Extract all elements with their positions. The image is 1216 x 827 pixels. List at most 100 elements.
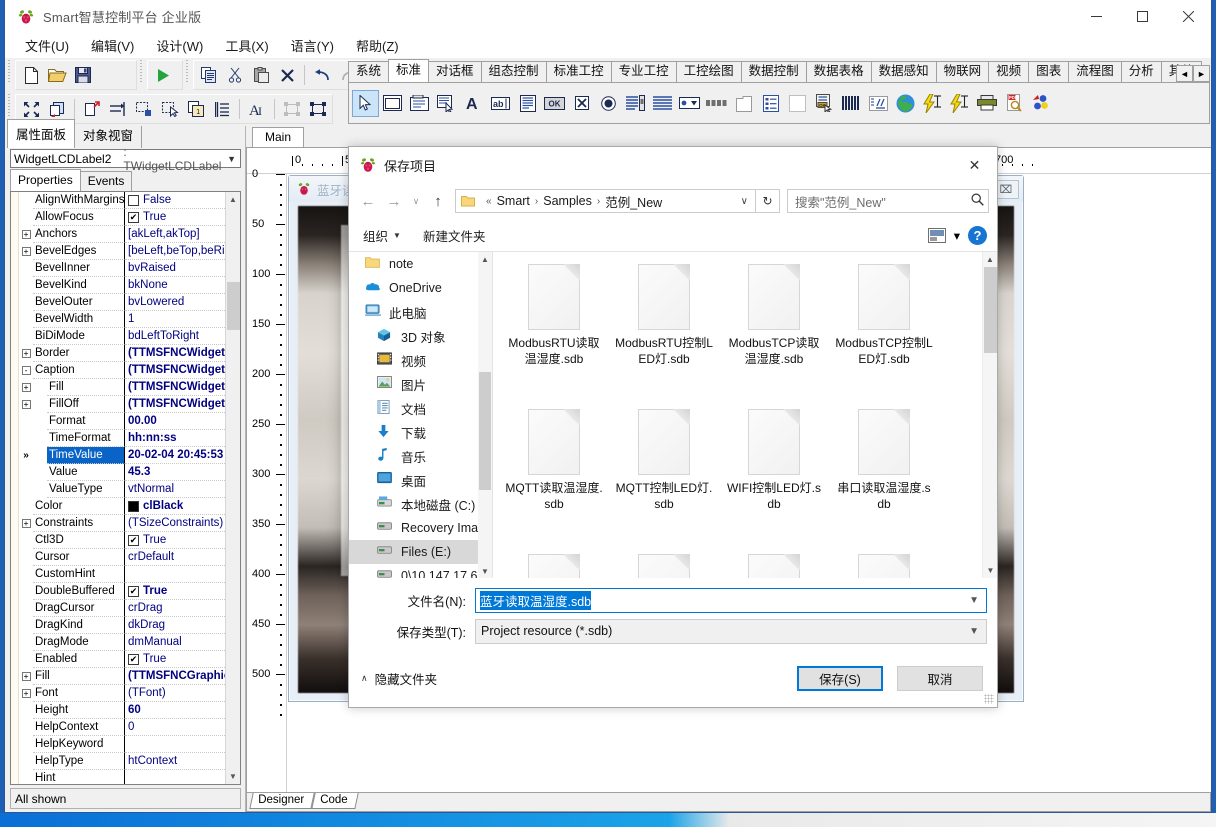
nav-item-10[interactable]: 本地磁盘 (C:) [349,492,492,516]
palette-tab-video[interactable]: 视频 [988,61,1030,82]
palette-tab-dialogs[interactable]: 对话框 [428,61,482,82]
nav-item-3[interactable]: 3D 对象 [349,324,492,348]
expand-icon[interactable]: + [19,349,33,358]
property-value[interactable]: vtNormal [125,481,225,498]
property-row[interactable]: Format 00.00 [19,413,225,430]
file-item[interactable] [609,546,719,578]
property-row[interactable]: Hint [19,770,225,784]
dialog-close-button[interactable]: ✕ [952,147,997,183]
printer-icon[interactable] [973,90,1000,117]
listbox-icon[interactable] [622,90,649,117]
groupbox-icon[interactable] [406,90,433,117]
web-globe-icon[interactable] [892,90,919,117]
palette-tab-scada[interactable]: 组态控制 [480,61,547,82]
edit-abc-icon[interactable]: ab [487,90,514,117]
scroll-thumb[interactable] [479,372,491,490]
organize-button[interactable]: 组织 ▼ [363,226,401,245]
property-row[interactable]: HelpType htContext [19,753,225,770]
search-input[interactable]: 搜索"范例_New" [787,189,989,213]
file-item[interactable]: WIFI控制LED灯.sdb [719,401,829,546]
property-row[interactable]: AlignWithMargins False [19,192,225,209]
menu-edit[interactable]: 编辑(V) [80,33,145,58]
property-value[interactable]: htContext [125,753,225,770]
property-value[interactable]: ✔ True [125,532,225,549]
group-icon[interactable] [279,96,305,122]
palette-nav-prev[interactable]: ◄ [1176,65,1193,82]
property-value[interactable] [125,736,225,753]
file-item[interactable]: MQTT控制LED灯.sdb [609,401,719,546]
delete-x-icon[interactable] [274,62,300,88]
property-row[interactable]: +BevelEdges[beLeft,beTop,beRigh [19,243,225,260]
property-value[interactable]: clBlack [125,498,225,515]
property-row[interactable]: AllowFocus ✔ True [19,209,225,226]
property-row[interactable]: BiDiMode bdLeftToRight [19,328,225,345]
property-value[interactable]: bkNone [125,277,225,294]
open-folder-icon[interactable] [44,62,70,88]
breadcrumb-segment-smart[interactable]: Smart [497,194,530,208]
property-row[interactable]: CustomHint [19,566,225,583]
property-row[interactable]: HelpKeyword [19,736,225,753]
edit-toolbar-grip[interactable] [185,60,191,82]
checkbox-x-icon[interactable] [568,90,595,117]
property-value[interactable] [125,770,225,784]
file-item[interactable]: ModbusTCP读取温湿度.sdb [719,256,829,401]
scroll-thumb[interactable] [984,267,997,353]
palette-tab-std-ind[interactable]: 标准工控 [545,61,612,82]
property-row[interactable]: DragMode dmManual [19,634,225,651]
nav-item-9[interactable]: 桌面 [349,468,492,492]
property-row[interactable]: + FillOff (TTMSFNCWidget [19,396,225,413]
scroll-down-icon[interactable]: ▼ [478,564,492,578]
property-value[interactable]: (TTMSFNCWidget [125,362,225,379]
paste-icon[interactable] [248,62,274,88]
scroll-down-icon[interactable]: ▼ [983,563,997,578]
file-list-scrollbar[interactable]: ▲ ▼ [982,252,997,578]
trackbar-icon[interactable] [703,90,730,117]
palette-tab-flowchart[interactable]: 流程图 [1068,61,1122,82]
property-value[interactable]: bvRaised [125,260,225,277]
scroll-up-icon[interactable]: ▲ [225,192,240,207]
treeview-icon[interactable] [757,90,784,117]
menu-design[interactable]: 设计(W) [145,33,214,58]
property-row[interactable]: + Anchors [akLeft,akTop] [19,226,225,243]
property-row[interactable]: Cursor crDefault [19,549,225,566]
radiobutton-icon[interactable] [595,90,622,117]
run-toolbar-grip[interactable] [139,60,145,82]
nav-item-8[interactable]: 音乐 [349,444,492,468]
property-value[interactable]: [akLeft,akTop] [125,226,225,243]
maximize-button[interactable] [1119,0,1165,33]
file-list-pane[interactable]: ModbusRTU读取温湿度.sdb ModbusRTU控制LED灯.sdb Mod… [493,252,997,578]
toolbar-grip[interactable] [7,60,13,82]
collapse-icon[interactable]: - [19,366,33,375]
select-area-icon[interactable] [157,96,183,122]
object-selector-combo[interactable]: WidgetLCDLabel2 : TWidgetLCDLabel ▼ [10,145,241,173]
property-value[interactable]: ✔ True [125,583,225,600]
palette-nav-next[interactable]: ► [1193,65,1210,82]
property-value[interactable]: 20-02-04 20:45:53 [125,447,225,464]
property-value[interactable]: dkDrag [125,617,225,634]
property-row[interactable]: HelpContext 0 [19,719,225,736]
chevron-down-icon[interactable]: ∨ [736,196,753,207]
tab-properties[interactable]: Properties [10,169,81,191]
property-row[interactable]: + Border (TTMSFNCWidget [19,345,225,362]
breadcrumb-segment-current[interactable]: 范例_New [605,192,662,211]
tab-property-panel[interactable]: 属性面板 [7,119,76,148]
palette-tab-data-grid[interactable]: 数据表格 [805,61,872,82]
pdf-preview-icon[interactable]: PDF [1000,90,1027,117]
designer-tab-main[interactable]: Main [252,127,305,147]
nav-item-1[interactable]: OneDrive [349,276,492,300]
file-item[interactable]: ModbusRTU控制LED灯.sdb [609,256,719,401]
palette-tab-iot[interactable]: 物联网 [935,61,990,82]
file-item[interactable]: 串口读取温湿度.sdb [829,401,939,546]
property-value[interactable]: bvLowered [125,294,225,311]
chart-lightning2-icon[interactable] [946,90,973,117]
property-value[interactable]: crDefault [125,549,225,566]
chart-lightning-icon[interactable] [919,90,946,117]
panel2-icon[interactable] [784,90,811,117]
scrollbox-icon[interactable] [433,90,460,117]
resize-grip[interactable] [984,694,994,704]
property-value[interactable]: (TFont) [125,685,225,702]
property-value[interactable]: (TTMSFNCGraphic [125,668,225,685]
chevron-down-icon[interactable]: ▼ [965,595,983,606]
forward-button[interactable]: → [381,188,407,214]
help-icon[interactable]: ? [968,225,987,245]
